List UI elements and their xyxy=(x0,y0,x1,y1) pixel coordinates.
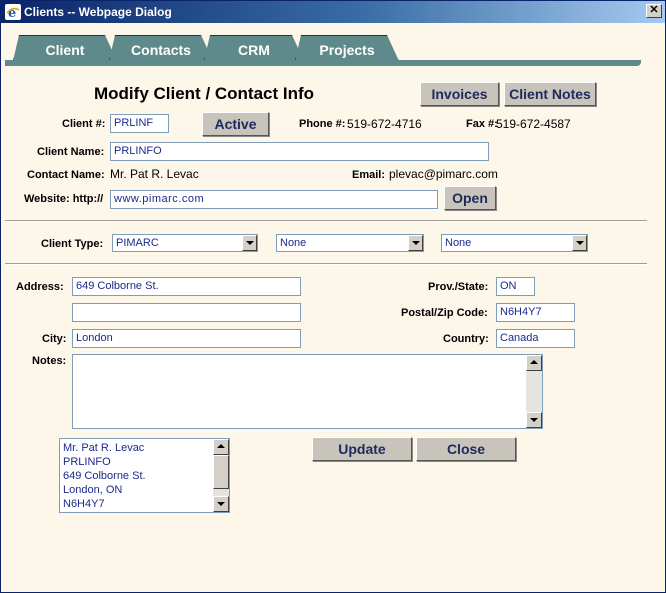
client-type-label: Client Type: xyxy=(41,238,104,250)
tab-underline xyxy=(5,60,641,66)
client-name-input[interactable]: PRLINFO xyxy=(110,142,489,161)
client-type-select-1[interactable]: PIMARC xyxy=(112,234,258,252)
country-input[interactable]: Canada xyxy=(496,329,575,348)
phone-label: Phone #: xyxy=(299,118,346,130)
address-line1-input[interactable]: 649 Colborne St. xyxy=(72,277,301,296)
dialog-window: e Clients -- Webpage Dialog ✕ Client Con… xyxy=(0,0,666,593)
client-type-select-3-value: None xyxy=(445,237,472,249)
notes-scrollbar[interactable] xyxy=(526,355,542,428)
email-label: Email: xyxy=(352,169,386,181)
website-label: Website: http:// xyxy=(24,193,104,205)
scroll-down-icon[interactable] xyxy=(526,412,542,428)
client-name-label: Client Name: xyxy=(37,146,105,158)
scroll-down-icon[interactable] xyxy=(213,496,229,512)
city-label: City: xyxy=(42,333,67,345)
page-title: Modify Client / Contact Info xyxy=(94,84,315,103)
client-type-select-2[interactable]: None xyxy=(276,234,424,252)
address-line2-input[interactable] xyxy=(72,303,301,322)
summary-scrollbar[interactable] xyxy=(213,439,229,512)
list-item: 649 Colborne St. xyxy=(63,470,146,482)
invoices-button[interactable]: Invoices xyxy=(420,82,499,106)
client-number-input[interactable]: PRLINF xyxy=(110,114,169,133)
scroll-thumb[interactable] xyxy=(213,455,229,489)
active-status-button[interactable]: Active xyxy=(202,112,269,136)
close-window-button[interactable]: ✕ xyxy=(646,4,662,18)
list-item: London, ON xyxy=(63,484,123,496)
client-type-select-1-value: PIMARC xyxy=(116,237,159,249)
open-website-button[interactable]: Open xyxy=(444,186,496,210)
postal-code-label: Postal/Zip Code: xyxy=(401,307,488,319)
tab-contacts[interactable]: Contacts xyxy=(109,35,213,61)
website-input[interactable]: www.pimarc.com xyxy=(110,190,438,209)
notes-textarea[interactable] xyxy=(72,354,543,429)
chevron-down-icon[interactable] xyxy=(408,235,423,251)
close-button[interactable]: Close xyxy=(416,437,516,461)
email-value: plevac@pimarc.com xyxy=(389,167,498,181)
prov-state-label: Prov./State: xyxy=(428,281,489,293)
fax-label: Fax #: xyxy=(466,118,498,130)
city-input[interactable]: London xyxy=(72,329,301,348)
prov-state-input[interactable]: ON xyxy=(496,277,535,296)
contact-name-label: Contact Name: xyxy=(27,169,105,181)
client-type-select-3[interactable]: None xyxy=(441,234,588,252)
divider-1 xyxy=(5,220,647,222)
client-notes-button[interactable]: Client Notes xyxy=(504,82,596,106)
contact-name-value: Mr. Pat R. Levac xyxy=(110,167,199,181)
tab-projects[interactable]: Projects xyxy=(295,35,399,61)
tab-crm[interactable]: CRM xyxy=(204,35,304,61)
fax-value: 519-672-4587 xyxy=(496,117,571,131)
update-button[interactable]: Update xyxy=(312,437,412,461)
list-item: N6H4Y7 xyxy=(63,498,105,510)
chevron-down-icon[interactable] xyxy=(572,235,587,251)
chevron-down-icon[interactable] xyxy=(242,235,257,251)
list-item: PRLINFO xyxy=(63,456,111,468)
address-label: Address: xyxy=(16,281,64,293)
country-label: Country: xyxy=(443,333,489,345)
ie-icon: e xyxy=(5,4,21,20)
notes-label: Notes: xyxy=(32,355,67,367)
divider-2 xyxy=(5,263,647,265)
tab-client[interactable]: Client xyxy=(13,35,117,61)
contact-summary-list[interactable]: Mr. Pat R. Levac PRLINFO 649 Colborne St… xyxy=(59,438,230,513)
window-title: Clients -- Webpage Dialog xyxy=(24,5,172,19)
client-number-label: Client #: xyxy=(62,118,106,130)
scroll-up-icon[interactable] xyxy=(526,355,542,371)
phone-value: 519-672-4716 xyxy=(347,117,422,131)
postal-code-input[interactable]: N6H4Y7 xyxy=(496,303,575,322)
list-item: Mr. Pat R. Levac xyxy=(63,442,145,454)
client-type-select-2-value: None xyxy=(280,237,307,249)
title-bar[interactable]: e Clients -- Webpage Dialog ✕ xyxy=(1,1,665,23)
scroll-up-icon[interactable] xyxy=(213,439,229,455)
